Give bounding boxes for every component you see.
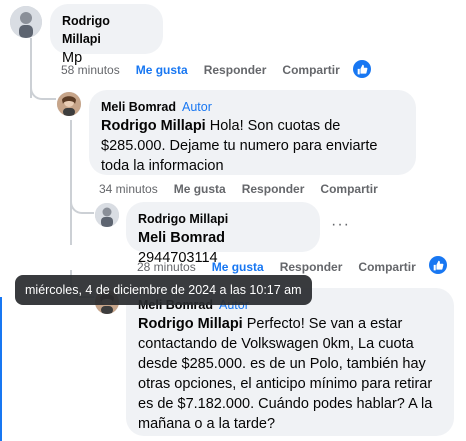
avatar[interactable] [95, 203, 119, 227]
thumbs-up-icon[interactable] [353, 60, 371, 78]
comment-actions: 58 minutos Me gusta Responder Compartir [61, 63, 356, 77]
avatar-image [95, 203, 119, 227]
reply-button[interactable]: Responder [280, 260, 343, 274]
comment-actions: 34 minutos Me gusta Responder Compartir [99, 182, 394, 196]
comment-author[interactable]: Meli Bomrad [101, 100, 176, 114]
thread-line-reply [70, 120, 72, 245]
like-button[interactable]: Me gusta [212, 260, 264, 274]
comment-text: Rodrigo Millapi Hola! Son cuotas de $285… [101, 116, 404, 176]
share-button[interactable]: Compartir [358, 260, 415, 274]
comment-text: Rodrigo Millapi Perfecto! Se van a estar… [138, 314, 442, 434]
avatar[interactable] [57, 92, 81, 116]
comment-time[interactable]: 34 minutos [99, 182, 158, 196]
thumbs-up-icon[interactable] [429, 256, 447, 274]
focus-accent-bar [0, 297, 2, 441]
comment-bubble: Rodrigo Millapi Meli Bomrad 2944703114 [126, 202, 320, 266]
thread-line-curve [30, 80, 56, 100]
avatar-image [57, 92, 81, 116]
avatar-image [10, 6, 42, 38]
comment-bubble: Meli Bomrad Autor Rodrigo Millapi Hola! S… [89, 90, 416, 175]
timestamp-tooltip: miércoles, 4 de diciembre de 2024 a las … [15, 275, 312, 305]
comment-time[interactable]: 58 minutos [61, 63, 120, 77]
like-button[interactable]: Me gusta [174, 182, 226, 196]
share-button[interactable]: Compartir [320, 182, 377, 196]
mention-link[interactable]: Rodrigo Millapi [138, 316, 243, 332]
more-options-icon[interactable]: ··· [331, 216, 350, 234]
reply-button[interactable]: Responder [204, 63, 267, 77]
comment-author[interactable]: Rodrigo Millapi [62, 14, 110, 46]
share-button[interactable]: Compartir [282, 63, 339, 77]
reply-button[interactable]: Responder [242, 182, 305, 196]
like-button[interactable]: Me gusta [136, 63, 188, 77]
thread-line-reply-curve [70, 196, 94, 214]
comment-author[interactable]: Rodrigo Millapi [138, 212, 228, 226]
mention-link[interactable]: Rodrigo Millapi [101, 118, 206, 134]
comment-time[interactable]: 28 minutos [137, 260, 196, 274]
avatar[interactable] [10, 6, 42, 38]
comment-bubble: Rodrigo Millapi Mp [50, 4, 163, 66]
comment-bubble: Meli Bomrad Autor Rodrigo Millapi Perfect… [126, 288, 454, 436]
comment-actions: 28 minutos Me gusta Responder Compartir [137, 260, 432, 274]
comment-body: Perfecto! Se van a estar contactando de … [138, 316, 433, 432]
author-badge: Autor [182, 100, 212, 114]
mention-link[interactable]: Meli Bomrad [138, 230, 225, 246]
